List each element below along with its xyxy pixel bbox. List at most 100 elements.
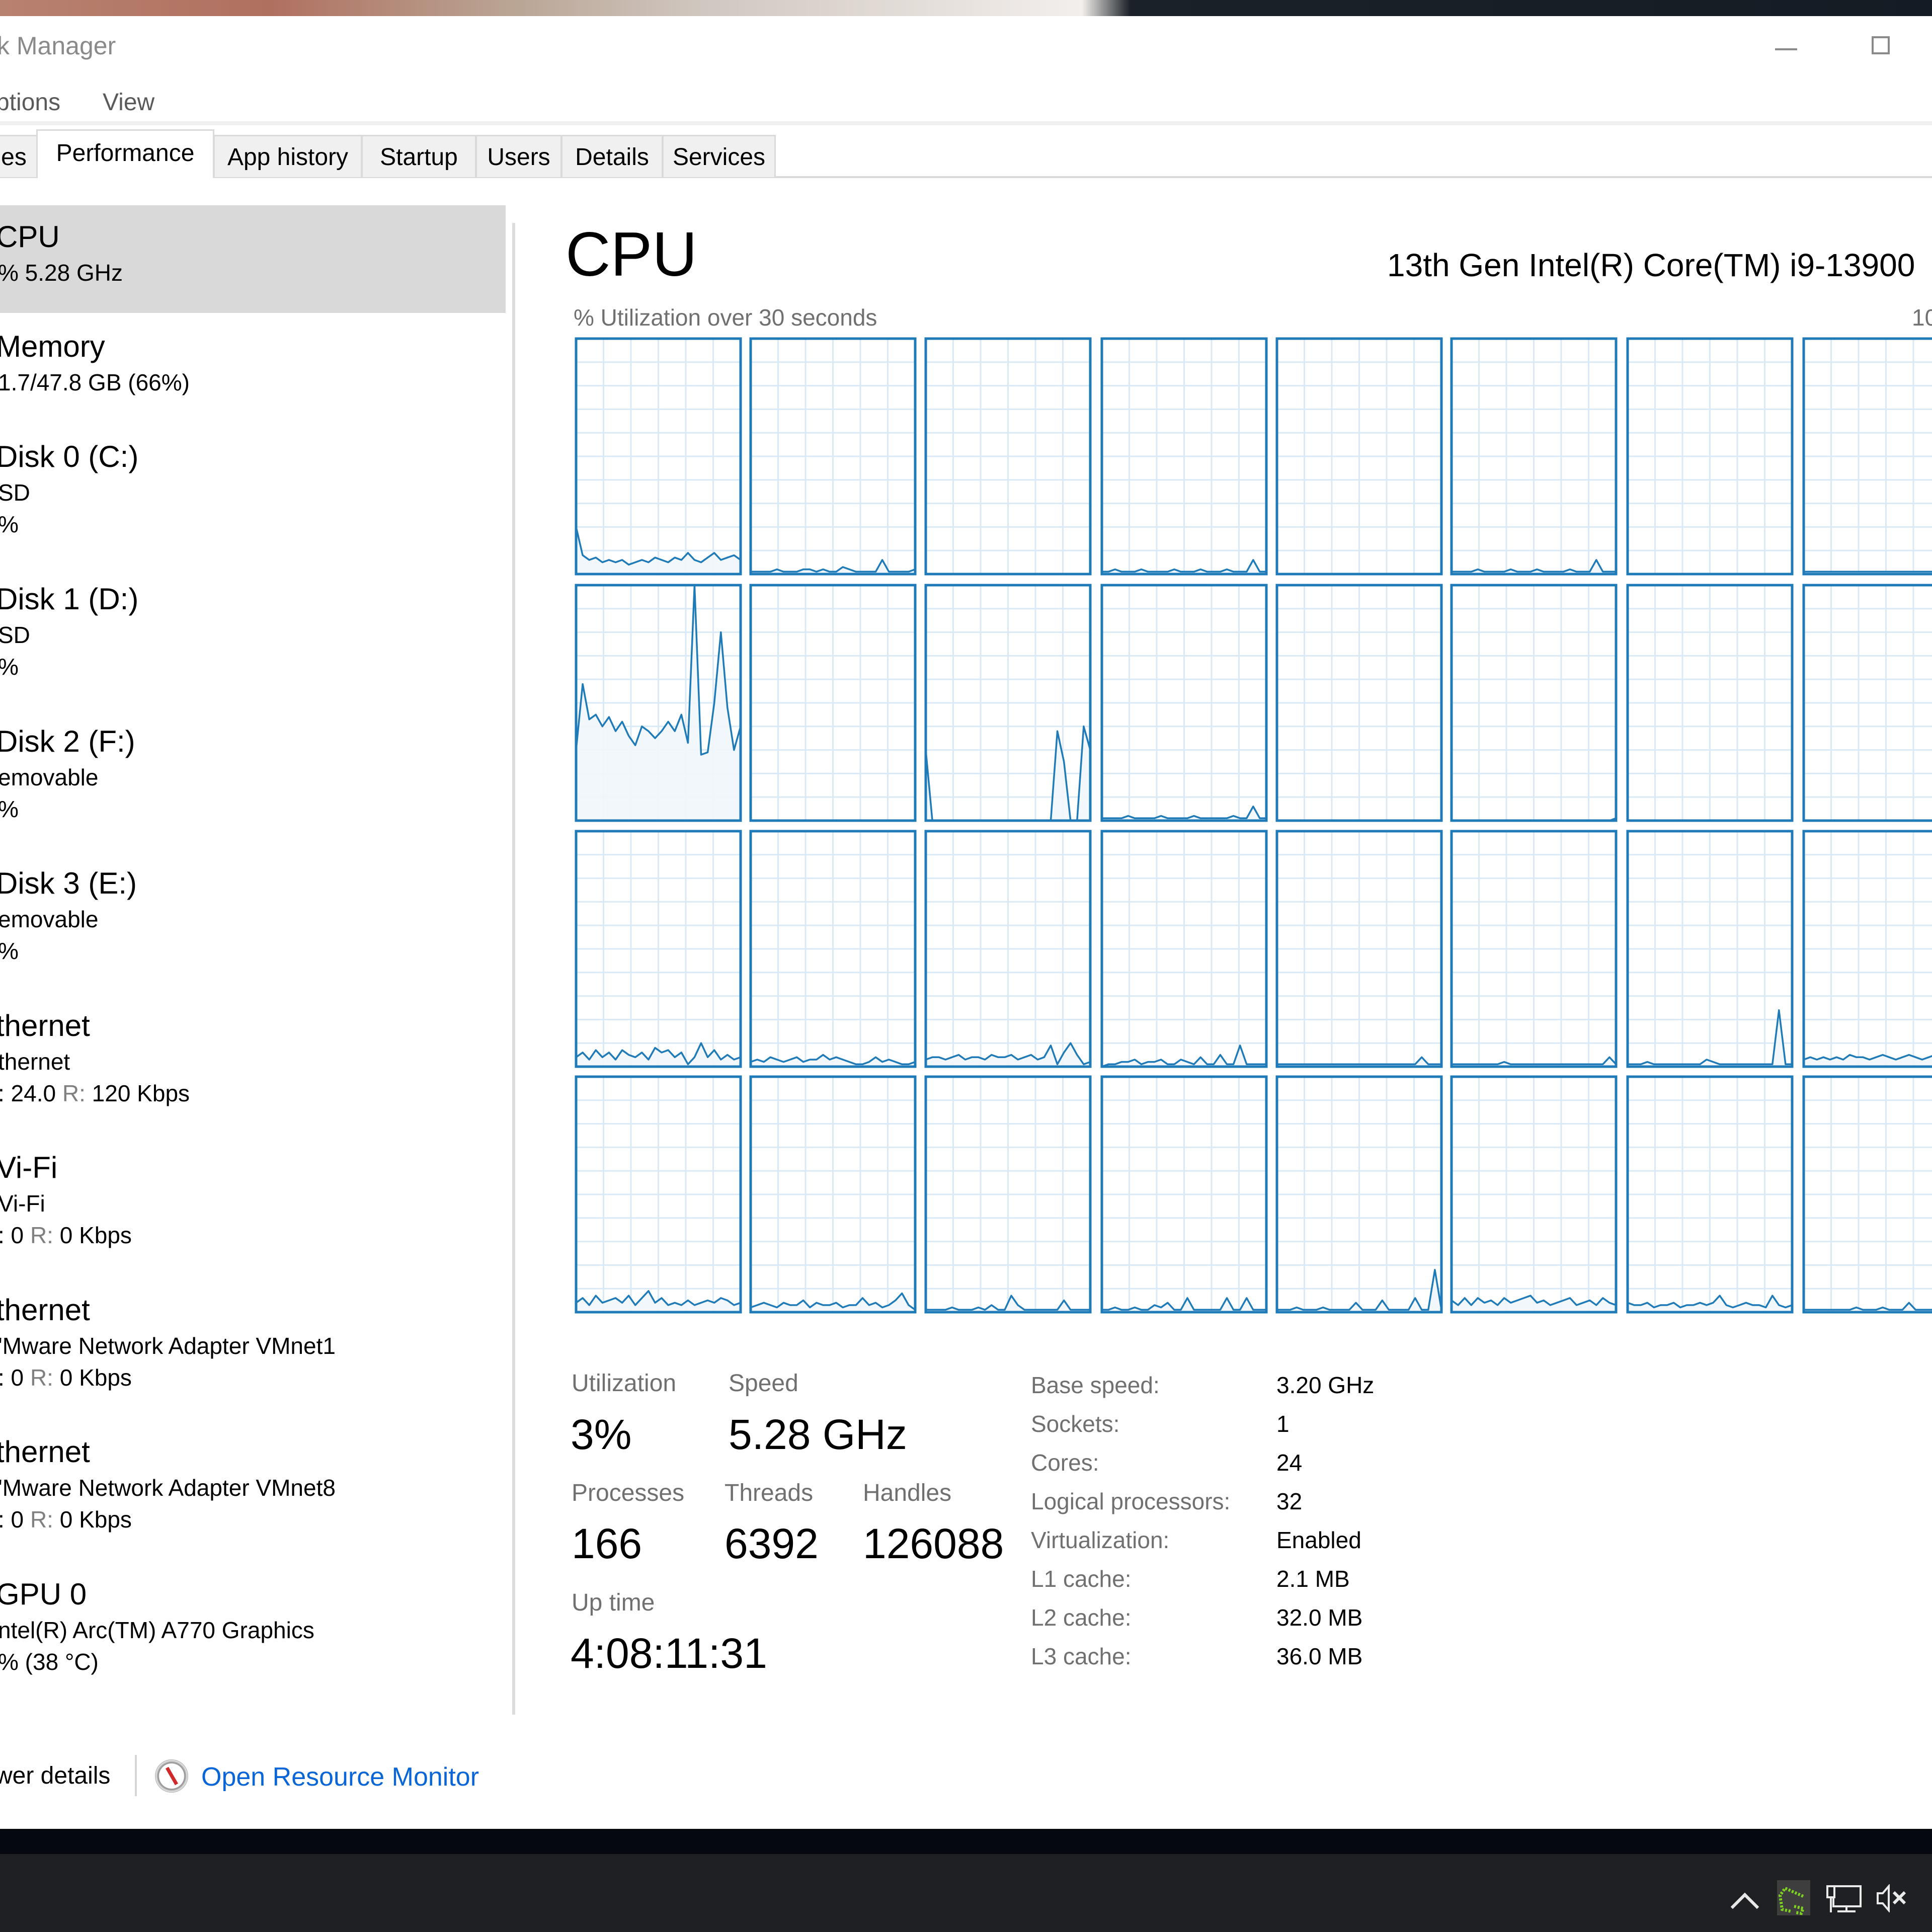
l2-cache-value: 32.0 MB <box>1276 1604 1363 1631</box>
sidebar-item-value: % <box>0 938 19 964</box>
tray-app-glyph-icon <box>1778 1886 1806 1915</box>
sidebar-item-throughput: : 24.0 R: 120 Kbps <box>0 1080 190 1107</box>
sidebar-item-title: Vi-Fi <box>0 1151 58 1184</box>
open-resource-monitor-link[interactable]: Open Resource Monitor <box>201 1762 479 1792</box>
sidebar-splitter[interactable] <box>512 223 515 1715</box>
sidebar-item-memory[interactable]: Memory 1.7/47.8 GB (66%) <box>0 315 506 423</box>
sidebar-item-ethernet-vmnet1[interactable]: thernet 'Mware Network Adapter VMnet1 : … <box>0 1278 506 1391</box>
sidebar-item-subtitle: thernet <box>0 1049 70 1075</box>
sidebar-item-disk-0[interactable]: Disk 0 (C:) SD % <box>0 425 506 537</box>
cores-value: 24 <box>1276 1450 1303 1476</box>
sidebar-item-title: thernet <box>0 1009 90 1042</box>
tab-services[interactable]: Services <box>662 135 776 177</box>
sidebar-item-title: thernet <box>0 1435 90 1469</box>
network-glyph-icon <box>1826 1885 1862 1912</box>
receive-label: R: <box>30 1364 53 1391</box>
desktop-wallpaper-strip <box>0 0 1932 16</box>
tab-performance[interactable]: Performance <box>36 129 214 178</box>
sidebar-item-gpu-0[interactable]: GPU 0 ntel(R) Arc(TM) A770 Graphics % (3… <box>0 1563 506 1675</box>
sockets-label: Sockets: <box>1031 1411 1120 1437</box>
receive-label: R: <box>62 1080 86 1106</box>
minimize-button[interactable] <box>1751 29 1811 69</box>
menu-divider <box>0 121 1932 125</box>
uptime-value: 4:08:11:31 <box>571 1630 767 1677</box>
sidebar-item-subtitle: 1.7/47.8 GB (66%) <box>0 369 190 395</box>
tab-users[interactable]: Users <box>475 135 562 177</box>
sidebar-item-title: Disk 1 (D:) <box>0 582 139 616</box>
sidebar-item-disk-3[interactable]: Disk 3 (E:) emovable % <box>0 852 506 964</box>
sidebar-item-title: GPU 0 <box>0 1577 87 1611</box>
page-title: CPU <box>566 220 697 289</box>
menu-view[interactable]: View <box>103 89 154 116</box>
sidebar-item-title: CPU <box>0 220 60 254</box>
receive-label: R: <box>30 1506 53 1533</box>
show-hidden-icons-chevron-icon[interactable] <box>1731 1891 1756 1916</box>
sidebar-item-subtitle: emovable <box>0 764 99 790</box>
receive-value: 0 Kbps <box>53 1222 132 1248</box>
send-value: : 0 <box>0 1222 30 1248</box>
utilization-label: Utilization <box>572 1370 677 1397</box>
l3-cache-value: 36.0 MB <box>1276 1643 1363 1669</box>
volume-muted-icon[interactable] <box>1876 1883 1908 1913</box>
handles-value: 126088 <box>863 1520 1004 1567</box>
sidebar-item-value: % <box>0 511 19 537</box>
sidebar-item-throughput: : 0 R: 0 Kbps <box>0 1364 132 1391</box>
base-speed-label: Base speed: <box>1031 1372 1160 1398</box>
receive-value: 0 Kbps <box>53 1506 132 1533</box>
tray-app-icon[interactable] <box>1777 1880 1810 1915</box>
sidebar-item-disk-2[interactable]: Disk 2 (F:) emovable % <box>0 710 506 822</box>
sidebar-item-subtitle: emovable <box>0 906 99 932</box>
window-title: k Manager <box>0 32 116 60</box>
speed-value: 5.28 GHz <box>729 1411 907 1458</box>
l1-cache-label: L1 cache: <box>1031 1566 1132 1592</box>
cores-label: Cores: <box>1031 1450 1099 1476</box>
sidebar-item-subtitle: 'Mware Network Adapter VMnet1 <box>0 1333 336 1359</box>
cpu-model-name: 13th Gen Intel(R) Core(TM) i9-13900 <box>1387 247 1915 283</box>
tab-app-history[interactable]: App history <box>213 135 362 177</box>
processes-label: Processes <box>572 1480 685 1506</box>
speed-label: Speed <box>729 1370 798 1397</box>
virtualization-value: Enabled <box>1276 1527 1361 1553</box>
maximize-button[interactable] <box>1852 29 1912 69</box>
threads-label: Threads <box>725 1480 814 1506</box>
sidebar-item-title: Disk 3 (E:) <box>0 866 137 900</box>
tab-processes[interactable]: es <box>0 135 38 177</box>
utilization-value: 3% <box>571 1411 632 1458</box>
sidebar-item-throughput: : 0 R: 0 Kbps <box>0 1506 132 1533</box>
sidebar-item-cpu[interactable]: CPU % 5.28 GHz <box>0 205 506 313</box>
sidebar-item-subtitle: SD <box>0 622 30 648</box>
l3-cache-label: L3 cache: <box>1031 1643 1132 1669</box>
sidebar-item-value: % (38 °C) <box>0 1649 99 1675</box>
receive-value: 0 Kbps <box>53 1364 132 1391</box>
sidebar-item-title: thernet <box>0 1293 90 1327</box>
sidebar-item-subtitle: SD <box>0 479 30 506</box>
logical-processors-label: Logical processors: <box>1031 1488 1231 1514</box>
threads-value: 6392 <box>725 1520 819 1567</box>
sidebar-item-title: Disk 0 (C:) <box>0 440 139 473</box>
send-value: : 24.0 <box>0 1080 62 1106</box>
uptime-label: Up time <box>572 1589 655 1616</box>
sidebar-item-subtitle: % 5.28 GHz <box>0 260 123 286</box>
sidebar-item-wifi[interactable]: Vi-Fi Vi-Fi : 0 R: 0 Kbps <box>0 1136 506 1248</box>
network-icon[interactable] <box>1826 1884 1863 1914</box>
sidebar-item-subtitle: ntel(R) Arc(TM) A770 Graphics <box>0 1617 314 1643</box>
processes-value: 166 <box>572 1520 642 1567</box>
resource-monitor-icon[interactable] <box>155 1759 188 1793</box>
l1-cache-value: 2.1 MB <box>1276 1566 1350 1592</box>
fewer-details-button[interactable]: wer details <box>0 1762 110 1790</box>
sidebar-item-title: Disk 2 (F:) <box>0 725 135 758</box>
logical-processors-value: 32 <box>1276 1488 1303 1514</box>
sockets-value: 1 <box>1276 1411 1290 1437</box>
handles-label: Handles <box>863 1480 952 1506</box>
menu-options[interactable]: ptions <box>0 89 60 116</box>
tab-startup[interactable]: Startup <box>361 135 476 177</box>
tab-details[interactable]: Details <box>561 135 663 177</box>
virtualization-label: Virtualization: <box>1031 1527 1170 1553</box>
sidebar-item-disk-1[interactable]: Disk 1 (D:) SD % <box>0 568 506 680</box>
sidebar-item-ethernet[interactable]: thernet thernet : 24.0 R: 120 Kbps <box>0 994 506 1106</box>
sidebar-item-ethernet-vmnet8[interactable]: thernet 'Mware Network Adapter VMnet8 : … <box>0 1420 506 1533</box>
sidebar-item-throughput: : 0 R: 0 Kbps <box>0 1222 132 1249</box>
footer-separator <box>135 1755 137 1796</box>
sidebar-item-title: Memory <box>0 330 105 363</box>
sidebar-item-value: % <box>0 654 19 680</box>
